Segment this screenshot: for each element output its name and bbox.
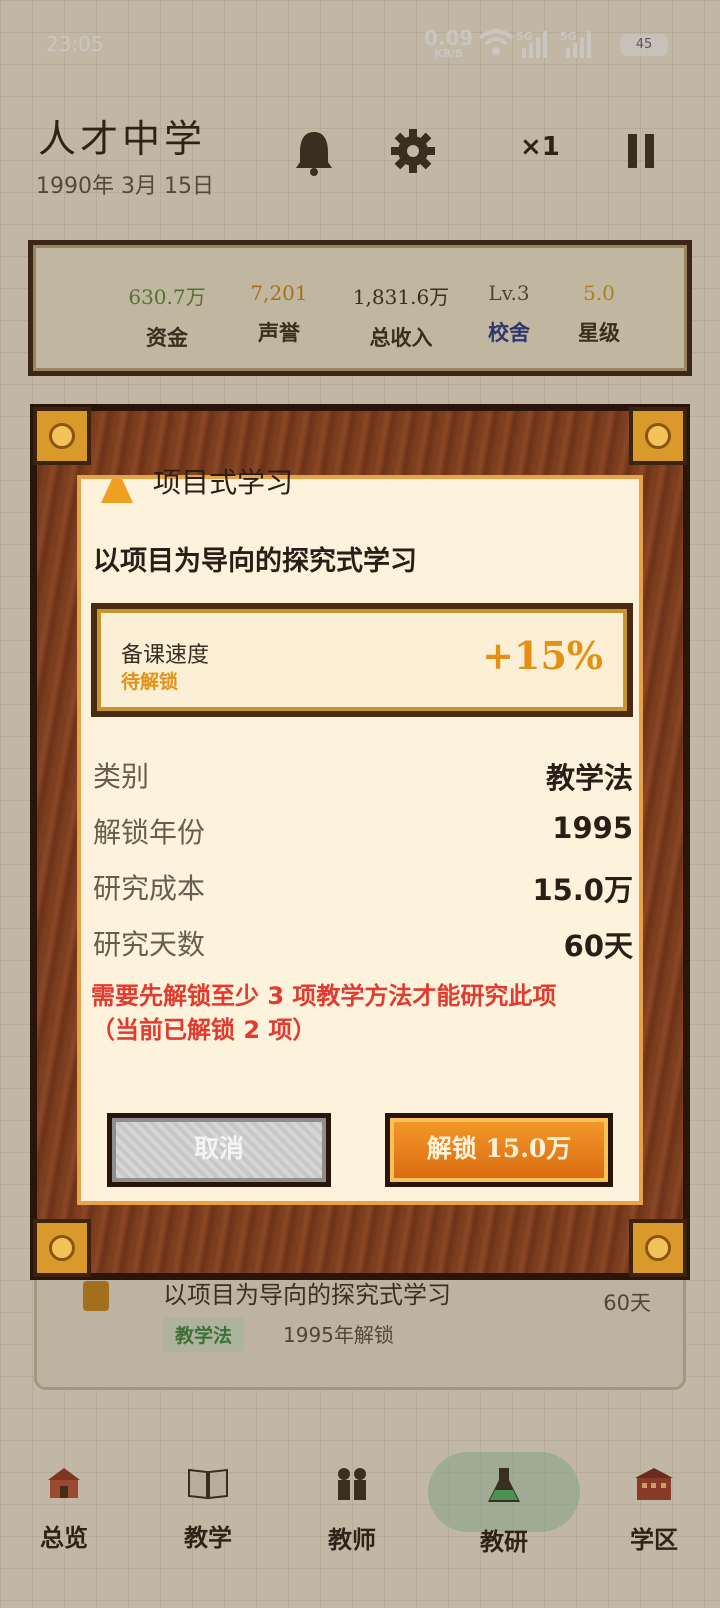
frame-corner: [33, 407, 91, 465]
warning-line: （当前已解锁 2 项）: [91, 1016, 317, 1044]
dialog-content: 项目式学习 以项目为导向的探究式学习 备课速度 待解锁 +15% 类别 教学法 …: [77, 466, 643, 1205]
info-row-cost: 研究成本 15.0万: [93, 867, 633, 907]
dialog-subtitle: 以项目为导向的探究式学习: [93, 546, 417, 577]
frame-corner: [629, 407, 687, 465]
warning-line: 需要先解锁至少 3 项教学方法才能研究此项: [91, 982, 557, 1010]
info-row-category: 类别 教学法: [93, 755, 633, 795]
effect-state: 待解锁: [121, 671, 179, 693]
info-row-unlock-year: 解锁年份 1995: [93, 811, 633, 851]
info-value: 教学法: [545, 761, 633, 795]
frame-corner: [33, 1219, 91, 1277]
info-key: 研究天数: [93, 928, 206, 961]
effect-bonus: +15%: [482, 633, 603, 678]
cancel-button[interactable]: 取消: [107, 1113, 331, 1187]
info-value: 15.0万: [532, 873, 633, 907]
requirement-warning: 需要先解锁至少 3 项教学方法才能研究此项 （当前已解锁 2 项）: [91, 979, 631, 1047]
frame-corner: [629, 1219, 687, 1277]
info-key: 解锁年份: [93, 816, 206, 849]
info-key: 研究成本: [93, 872, 206, 905]
info-value: 60天: [563, 929, 633, 963]
info-key: 类别: [93, 760, 150, 793]
info-row-days: 研究天数 60天: [93, 923, 633, 963]
info-value: 1995: [552, 811, 633, 845]
effect-name: 备课速度: [121, 643, 210, 668]
flask-icon: [101, 479, 133, 503]
effect-panel: 备课速度 待解锁 +15%: [91, 603, 633, 717]
dialog-title: 项目式学习: [153, 466, 294, 499]
research-detail-dialog: 项目式学习 以项目为导向的探究式学习 备课速度 待解锁 +15% 类别 教学法 …: [30, 404, 690, 1280]
unlock-button[interactable]: 解锁 15.0万: [385, 1113, 613, 1187]
